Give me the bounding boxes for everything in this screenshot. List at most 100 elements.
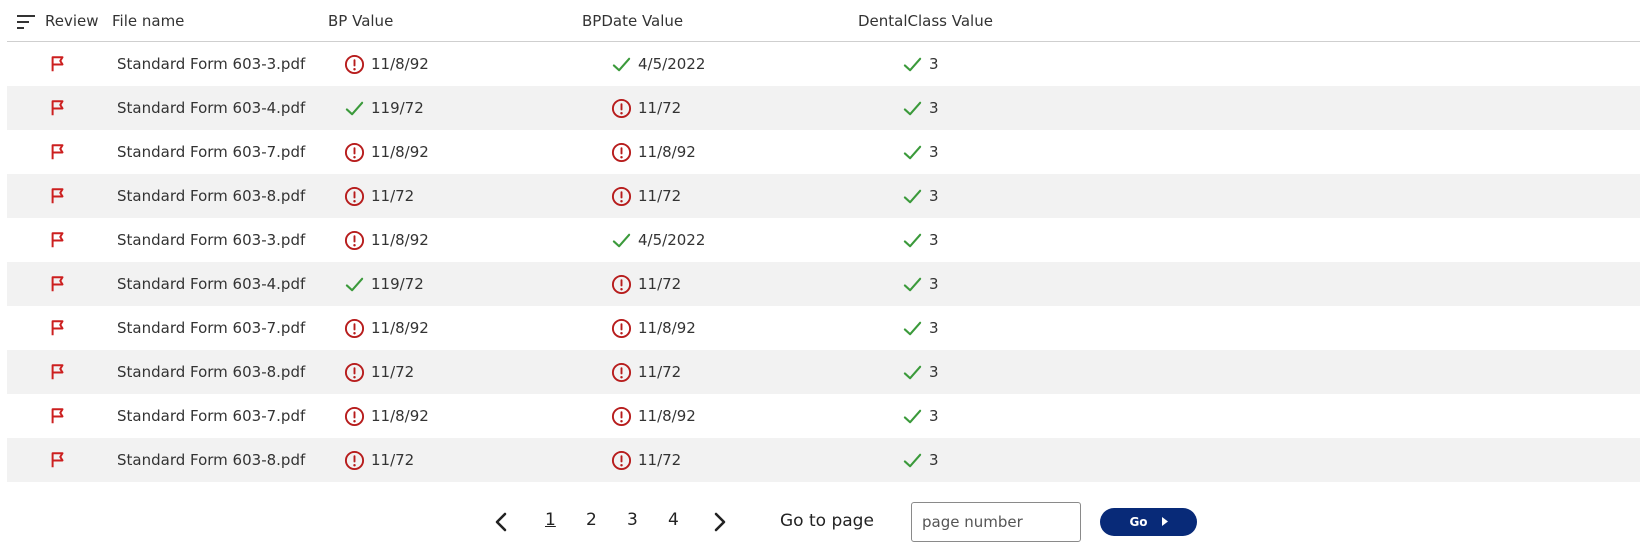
file-name-cell[interactable]: Standard Form 603-7.pdf [117, 130, 305, 174]
flag-icon[interactable] [49, 438, 67, 482]
page-link-3[interactable]: 3 [627, 510, 638, 530]
check-icon [611, 54, 632, 75]
header-bpdate-value[interactable]: BPDate Value [582, 12, 683, 30]
file-name-cell[interactable]: Standard Form 603-7.pdf [117, 394, 305, 438]
file-name-cell[interactable]: Standard Form 603-4.pdf [117, 86, 305, 130]
bpdate-value-cell: 11/72 [611, 174, 681, 218]
bpdate-value-cell: 4/5/2022 [611, 42, 705, 86]
page-link-2[interactable]: 2 [586, 510, 597, 530]
dentalclass-value-cell: 3 [902, 130, 939, 174]
table-row[interactable]: Standard Form 603-4.pdf 119/72 11/72 3 [7, 262, 1640, 306]
dentalclass-value-cell: 3 [902, 394, 939, 438]
bp-value-text: 11/8/92 [371, 231, 429, 249]
bp-value-cell: 11/72 [344, 174, 414, 218]
dentalclass-value-text: 3 [929, 143, 939, 161]
bp-value-text: 11/72 [371, 187, 415, 205]
bp-value-text: 11/8/92 [371, 55, 429, 73]
go-button[interactable]: Go [1100, 508, 1197, 536]
page-number-input[interactable] [911, 502, 1081, 542]
error-icon [611, 450, 632, 471]
bpdate-value-cell: 11/72 [611, 438, 681, 482]
bp-value-cell: 11/8/92 [344, 42, 429, 86]
bpdate-value-cell: 11/8/92 [611, 130, 696, 174]
bpdate-value-text: 11/72 [638, 99, 682, 117]
table-row[interactable]: Standard Form 603-4.pdf 119/72 11/72 3 [7, 86, 1640, 130]
error-icon [611, 362, 632, 383]
bp-value-cell: 119/72 [344, 262, 424, 306]
check-icon [902, 362, 923, 383]
prev-page-icon[interactable] [492, 511, 512, 533]
flag-icon[interactable] [49, 306, 67, 350]
error-icon [344, 142, 365, 163]
file-name-cell[interactable]: Standard Form 603-8.pdf [117, 438, 305, 482]
table-row[interactable]: Standard Form 603-7.pdf 11/8/92 11/8/92 3 [7, 394, 1640, 438]
dentalclass-value-cell: 3 [902, 42, 939, 86]
bp-value-cell: 11/8/92 [344, 394, 429, 438]
header-bp-value[interactable]: BP Value [328, 12, 393, 30]
file-name-cell[interactable]: Standard Form 603-4.pdf [117, 262, 305, 306]
sort-icon[interactable] [17, 15, 37, 29]
file-name-cell[interactable]: Standard Form 603-8.pdf [117, 174, 305, 218]
page-link-1[interactable]: 1 [545, 510, 556, 530]
bpdate-value-cell: 11/8/92 [611, 306, 696, 350]
table-row[interactable]: Standard Form 603-8.pdf 11/72 11/72 3 [7, 350, 1640, 394]
flag-icon[interactable] [49, 218, 67, 262]
bp-value-text: 11/8/92 [371, 407, 429, 425]
error-icon [611, 186, 632, 207]
flag-icon[interactable] [49, 42, 67, 86]
check-icon [902, 98, 923, 119]
file-name-cell[interactable]: Standard Form 603-3.pdf [117, 218, 305, 262]
bp-value-text: 11/72 [371, 451, 415, 469]
flag-icon[interactable] [49, 262, 67, 306]
dentalclass-value-cell: 3 [902, 350, 939, 394]
next-page-icon[interactable] [709, 511, 729, 533]
table-row[interactable]: Standard Form 603-8.pdf 11/72 11/72 3 [7, 438, 1640, 482]
file-name-cell[interactable]: Standard Form 603-8.pdf [117, 350, 305, 394]
error-icon [611, 142, 632, 163]
table-row[interactable]: Standard Form 603-3.pdf 11/8/92 4/5/2022 3 [7, 218, 1640, 262]
header-file-name[interactable]: File name [112, 12, 184, 30]
file-name-cell[interactable]: Standard Form 603-7.pdf [117, 306, 305, 350]
error-icon [344, 318, 365, 339]
table-row[interactable]: Standard Form 603-3.pdf 11/8/92 4/5/2022 3 [7, 42, 1640, 86]
bp-value-cell: 11/8/92 [344, 218, 429, 262]
results-table: Review File name BP Value BPDate Value D… [7, 0, 1640, 482]
check-icon [902, 230, 923, 251]
error-icon [611, 274, 632, 295]
file-name-cell[interactable]: Standard Form 603-3.pdf [117, 42, 305, 86]
error-icon [344, 362, 365, 383]
table-body: Standard Form 603-3.pdf 11/8/92 4/5/2022 3 S… [7, 42, 1640, 482]
bpdate-value-text: 11/72 [638, 363, 682, 381]
dentalclass-value-cell: 3 [902, 218, 939, 262]
bpdate-value-text: 11/8/92 [638, 143, 696, 161]
bp-value-text: 11/8/92 [371, 143, 429, 161]
header-dentalclass-value[interactable]: DentalClass Value [858, 12, 993, 30]
error-icon [611, 98, 632, 119]
dentalclass-value-text: 3 [929, 55, 939, 73]
table-row[interactable]: Standard Form 603-7.pdf 11/8/92 11/8/92 3 [7, 130, 1640, 174]
flag-icon[interactable] [49, 174, 67, 218]
check-icon [902, 186, 923, 207]
caret-right-icon [1161, 515, 1168, 529]
error-icon [344, 186, 365, 207]
bpdate-value-text: 4/5/2022 [638, 55, 706, 73]
table-row[interactable]: Standard Form 603-7.pdf 11/8/92 11/8/92 3 [7, 306, 1640, 350]
bp-value-cell: 11/72 [344, 350, 414, 394]
bpdate-value-text: 11/72 [638, 275, 682, 293]
flag-icon[interactable] [49, 130, 67, 174]
header-review[interactable]: Review [45, 12, 99, 30]
dentalclass-value-text: 3 [929, 319, 939, 337]
check-icon [344, 274, 365, 295]
bpdate-value-cell: 4/5/2022 [611, 218, 705, 262]
check-icon [902, 406, 923, 427]
table-row[interactable]: Standard Form 603-8.pdf 11/72 11/72 3 [7, 174, 1640, 218]
flag-icon[interactable] [49, 350, 67, 394]
flag-icon[interactable] [49, 394, 67, 438]
dentalclass-value-cell: 3 [902, 262, 939, 306]
bpdate-value-cell: 11/72 [611, 86, 681, 130]
bp-value-cell: 11/72 [344, 438, 414, 482]
table-header: Review File name BP Value BPDate Value D… [7, 0, 1640, 42]
page-link-4[interactable]: 4 [668, 510, 679, 530]
check-icon [902, 142, 923, 163]
flag-icon[interactable] [49, 86, 67, 130]
